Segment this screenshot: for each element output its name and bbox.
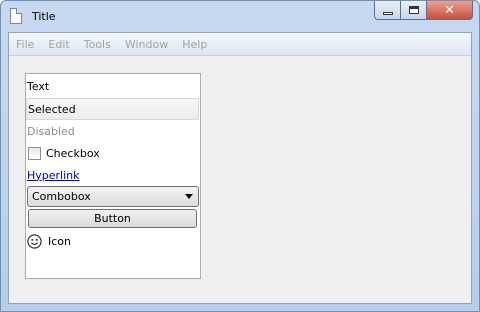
client-area: File Edit Tools Window Help Text Selecte…: [8, 32, 472, 304]
checkbox-row[interactable]: Checkbox: [26, 142, 200, 164]
close-button[interactable]: ✕: [427, 1, 473, 20]
widget-panel: Text Selected Disabled Checkbox Hyperlin…: [25, 73, 201, 279]
menu-tools[interactable]: Tools: [77, 38, 118, 51]
icon-row: Icon: [26, 230, 200, 252]
button[interactable]: Button: [28, 209, 197, 228]
application-window: Title ✕ File Edit Tools Window Help Text: [0, 0, 480, 312]
text-item-label: Text: [27, 79, 50, 93]
disabled-item: Disabled: [26, 120, 200, 142]
selected-item[interactable]: Selected: [26, 98, 199, 120]
text-item[interactable]: Text: [26, 75, 200, 97]
maximize-icon: [408, 6, 419, 14]
chevron-down-icon: [185, 194, 193, 199]
menu-file[interactable]: File: [9, 38, 41, 51]
minimize-icon: [382, 11, 393, 15]
menu-bar: File Edit Tools Window Help: [9, 33, 471, 56]
title-bar[interactable]: Title ✕: [1, 1, 479, 32]
checkbox[interactable]: [28, 146, 41, 160]
minimize-button[interactable]: [374, 1, 401, 20]
selected-item-label: Selected: [28, 102, 76, 116]
checkbox-label[interactable]: Checkbox: [46, 147, 100, 160]
hyperlink-row: Hyperlink: [26, 164, 200, 186]
combobox-value: Combobox: [32, 190, 91, 203]
menu-help[interactable]: Help: [175, 38, 214, 51]
button-label: Button: [94, 212, 131, 225]
maximize-button[interactable]: [401, 1, 427, 20]
smiley-icon: [27, 233, 42, 249]
menu-window[interactable]: Window: [118, 38, 175, 51]
hyperlink[interactable]: Hyperlink: [27, 169, 80, 182]
document-icon: [10, 8, 22, 24]
window-title: Title: [32, 10, 56, 23]
caption-buttons: ✕: [374, 1, 473, 21]
disabled-item-label: Disabled: [27, 124, 75, 138]
icon-label: Icon: [48, 234, 71, 248]
menu-edit[interactable]: Edit: [41, 38, 76, 51]
combobox[interactable]: Combobox: [27, 186, 199, 207]
close-icon: ✕: [444, 2, 455, 18]
